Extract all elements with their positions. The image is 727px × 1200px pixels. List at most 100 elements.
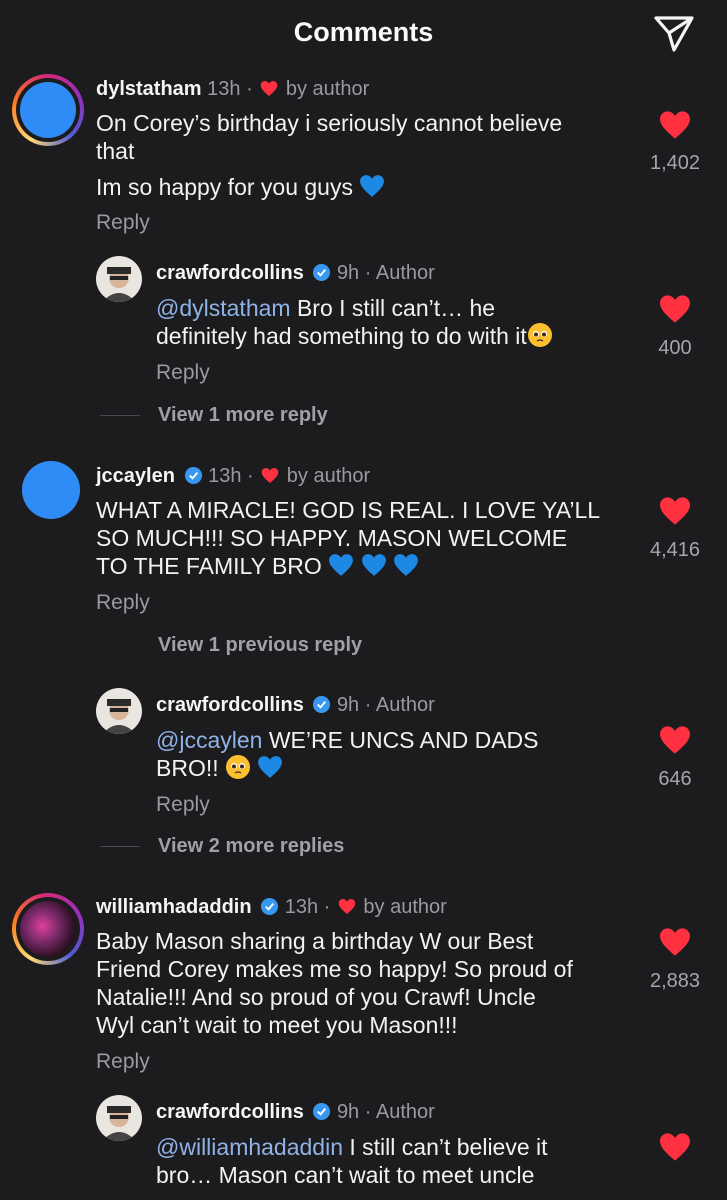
view-more-replies-button[interactable]: View 2 more replies xyxy=(158,835,344,858)
blue-heart-emoji-icon xyxy=(258,756,283,778)
comment-line: Friend Corey makes me so happy! So proud… xyxy=(96,956,573,982)
reply-text: @dylstatham Bro I still can’t… he defini… xyxy=(156,294,553,350)
reply-line: WE’RE UNCS AND DADS xyxy=(262,727,539,753)
reply-button[interactable]: Reply xyxy=(96,591,150,615)
page-title: Comments xyxy=(293,17,434,47)
view-previous-replies-button[interactable]: View 1 previous reply xyxy=(158,634,362,657)
comment-text: On Corey’s birthday i seriously cannot b… xyxy=(96,109,562,201)
comment-text: WHAT A MIRACLE! GOD IS REAL. I LOVE YA’L… xyxy=(96,496,600,580)
verified-badge-icon xyxy=(313,263,331,282)
blue-heart-emoji-icon xyxy=(361,554,386,576)
mention-link[interactable]: @jccaylen xyxy=(156,727,262,753)
reply-line: I still can’t believe it xyxy=(343,1134,548,1160)
author-liked-heart-icon xyxy=(261,81,278,96)
like-count: 4,416 xyxy=(649,539,701,561)
like-heart-icon[interactable] xyxy=(658,294,692,324)
mention-link[interactable]: @williamhadaddin xyxy=(156,1134,343,1160)
like-heart-icon[interactable] xyxy=(658,1132,692,1162)
avatar[interactable] xyxy=(96,688,142,734)
reply-line: Bro I still can’t… he xyxy=(290,295,496,321)
reply-text: @jccaylen WE’RE UNCS AND DADS BRO!! xyxy=(156,726,539,782)
like-count: 2,883 xyxy=(649,970,701,992)
author-tag: Author xyxy=(375,694,435,716)
username[interactable]: crawfordcollins xyxy=(156,262,304,284)
like-heart-icon[interactable] xyxy=(658,725,692,755)
username[interactable]: williamhadaddin xyxy=(96,896,252,918)
like-count: 1,402 xyxy=(649,152,701,174)
comment-meta: dylstatham 13h · by author xyxy=(96,78,370,100)
reply-text: @williamhadaddin I still can’t believe i… xyxy=(156,1133,548,1189)
reply-button[interactable]: Reply xyxy=(156,361,210,385)
like-heart-icon[interactable] xyxy=(658,927,692,957)
timestamp: 9h xyxy=(336,694,360,716)
liked-by-author-label: by author xyxy=(363,896,447,918)
avatar xyxy=(20,82,76,138)
comment-line: TO THE FAMILY BRO xyxy=(96,553,322,579)
timestamp: 13h xyxy=(207,78,241,100)
avatar[interactable] xyxy=(96,1095,142,1141)
username[interactable]: jccaylen xyxy=(96,465,175,487)
timestamp: 9h xyxy=(336,262,360,284)
author-tag: Author xyxy=(375,262,435,284)
reply-meta: crawfordcollins 9h · Author xyxy=(156,1101,435,1123)
avatar[interactable] xyxy=(96,256,142,302)
reply-line: bro… Mason can’t wait to meet uncle xyxy=(156,1162,535,1188)
pleading-face-emoji-icon xyxy=(226,755,251,779)
like-heart-icon[interactable] xyxy=(658,110,692,140)
comment-line: Natalie!!! And so proud of you Crawf! Un… xyxy=(96,984,536,1010)
comment-line-wrap: TO THE FAMILY BRO xyxy=(96,552,600,580)
comment-line: WHAT A MIRACLE! GOD IS REAL. I LOVE YA’L… xyxy=(96,497,601,523)
verified-badge-icon xyxy=(184,466,202,485)
reply-button[interactable]: Reply xyxy=(156,793,210,817)
like-heart-icon[interactable] xyxy=(658,496,692,526)
reply-line: definitely had something to do with it xyxy=(156,323,527,349)
divider xyxy=(100,846,140,847)
reply-line: BRO!! xyxy=(156,755,219,781)
author-liked-heart-icon xyxy=(338,899,356,914)
username[interactable]: dylstatham xyxy=(96,78,202,100)
comment-line: SO MUCH!!! SO HAPPY. MASON WELCOME xyxy=(96,525,568,551)
reply-button[interactable]: Reply xyxy=(96,211,150,235)
liked-by-author-label: by author xyxy=(286,465,371,487)
username[interactable]: crawfordcollins xyxy=(156,1101,304,1123)
reply-meta: crawfordcollins 9h · Author xyxy=(156,694,435,716)
author-tag: Author xyxy=(375,1101,435,1123)
timestamp: 13h xyxy=(284,896,319,918)
comment-line: Wyl can’t wait to meet you Mason!!! xyxy=(96,1012,458,1038)
profile-photo-icon xyxy=(102,1106,136,1141)
like-count: 400 xyxy=(658,337,692,359)
comment-line: that xyxy=(96,138,135,164)
comment-line: Baby Mason sharing a birthday W our Best xyxy=(96,928,534,954)
timestamp: 13h xyxy=(208,465,242,487)
avatar-story-ring[interactable] xyxy=(12,893,84,965)
reply-button[interactable]: Reply xyxy=(96,1050,150,1074)
profile-photo-icon xyxy=(102,699,136,734)
blue-heart-emoji-icon xyxy=(329,554,354,576)
divider xyxy=(100,415,140,416)
blue-heart-emoji-icon xyxy=(394,554,418,576)
paper-plane-icon[interactable] xyxy=(652,13,696,53)
username[interactable]: crawfordcollins xyxy=(156,694,304,716)
author-liked-heart-icon xyxy=(261,468,279,483)
avatar-story-ring[interactable] xyxy=(12,74,84,146)
comment-text: Baby Mason sharing a birthday W our Best… xyxy=(96,927,573,1039)
liked-by-author-label: by author xyxy=(285,78,370,100)
avatar xyxy=(20,901,76,957)
comment-meta: jccaylen 13h · by author xyxy=(96,465,371,487)
view-more-replies-button[interactable]: View 1 more reply xyxy=(158,404,328,427)
timestamp: 9h xyxy=(336,1101,360,1123)
pleading-face-emoji-icon xyxy=(527,323,552,347)
comment-line-wrap: Im so happy for you guys xyxy=(96,173,562,201)
comments-header: Comments xyxy=(0,0,727,72)
profile-photo-icon xyxy=(102,267,136,302)
avatar[interactable] xyxy=(22,461,80,519)
comment-line: On Corey’s birthday i seriously cannot b… xyxy=(96,110,563,136)
verified-badge-icon xyxy=(313,695,331,714)
comment-line: Im so happy for you guys xyxy=(96,174,353,200)
reply-meta: crawfordcollins 9h · Author xyxy=(156,262,435,284)
verified-badge-icon xyxy=(261,897,279,916)
verified-badge-icon xyxy=(313,1102,331,1121)
mention-link[interactable]: @dylstatham xyxy=(156,295,291,321)
blue-heart-emoji-icon xyxy=(360,175,385,197)
comment-meta: williamhadaddin 13h · by author xyxy=(96,896,447,918)
